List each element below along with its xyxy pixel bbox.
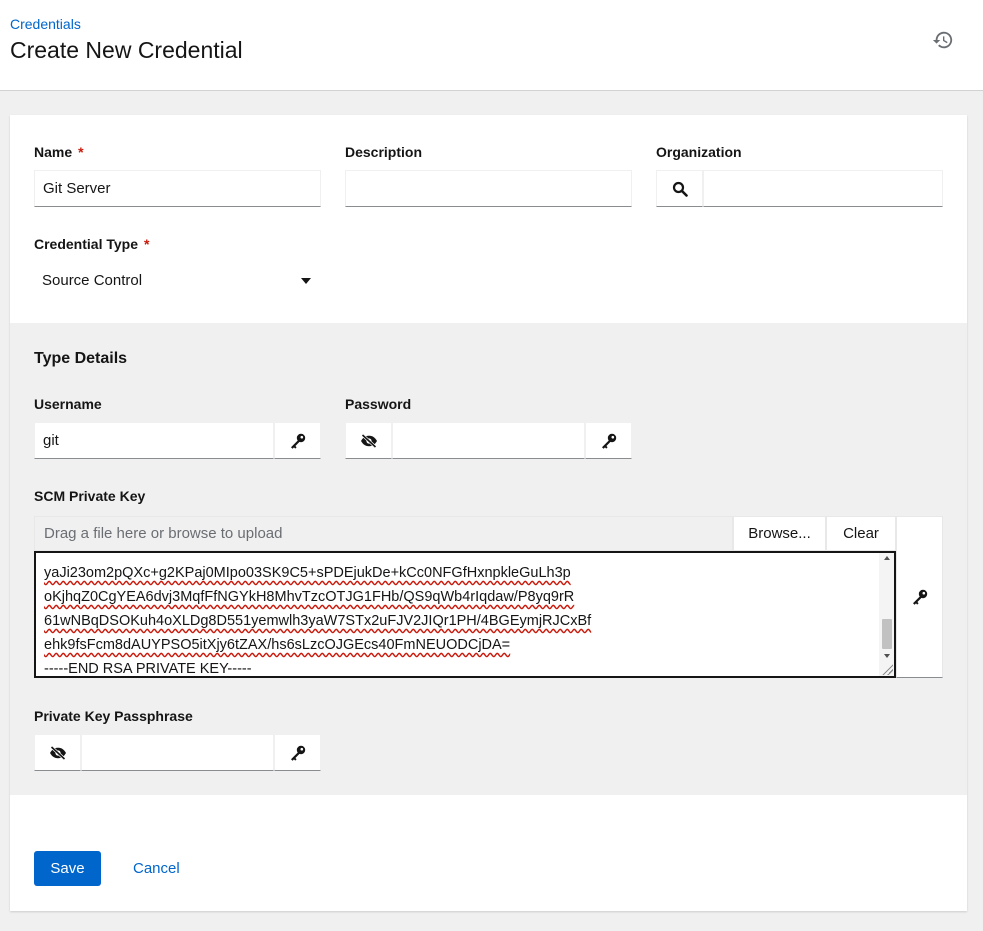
breadcrumb-credentials[interactable]: Credentials xyxy=(10,16,81,32)
organization-input[interactable] xyxy=(703,170,943,207)
page-header: Credentials Create New Credential xyxy=(0,0,983,91)
password-visibility-toggle[interactable] xyxy=(345,422,392,459)
credential-form-card: Name * Git Server Description Organizatio… xyxy=(10,115,967,911)
private-key-text: yaJi23om2pQXc+g2KPaj0MIpo03SK9C5+sPDEjuk… xyxy=(44,565,592,677)
cancel-button[interactable]: Cancel xyxy=(133,851,180,886)
password-prompt-button[interactable] xyxy=(585,422,632,459)
credential-type-value: Source Control xyxy=(42,272,143,289)
eye-slash-icon xyxy=(360,433,378,448)
browse-button[interactable]: Browse... xyxy=(733,516,826,551)
private-key-prompt-button[interactable] xyxy=(896,516,943,678)
passphrase-label: Private Key Passphrase xyxy=(34,708,193,724)
scroll-down-arrow-icon[interactable] xyxy=(884,654,890,658)
key-icon xyxy=(911,588,929,606)
password-input[interactable] xyxy=(392,422,585,459)
private-key-textarea[interactable]: yaJi23om2pQXc+g2KPaj0MIpo03SK9C5+sPDEjuk… xyxy=(34,551,896,678)
passphrase-input[interactable] xyxy=(81,734,274,771)
page-title: Create New Credential xyxy=(10,37,243,63)
credential-type-label: Credential Type * xyxy=(34,236,150,252)
name-label: Name * xyxy=(34,144,84,160)
search-icon xyxy=(672,181,688,197)
type-details-title: Type Details xyxy=(34,350,128,367)
caret-down-icon xyxy=(301,278,311,284)
scroll-thumb[interactable] xyxy=(882,619,892,649)
passphrase-visibility-toggle[interactable] xyxy=(34,734,81,771)
username-label: Username xyxy=(34,396,102,412)
textarea-scrollbar[interactable] xyxy=(879,553,894,676)
resize-handle-icon[interactable] xyxy=(881,663,893,675)
description-input[interactable] xyxy=(345,170,632,207)
key-icon xyxy=(289,744,307,762)
organization-search-button[interactable] xyxy=(656,170,703,207)
password-label: Password xyxy=(345,396,412,412)
credential-type-select[interactable]: Source Control xyxy=(34,262,321,299)
save-button[interactable]: Save xyxy=(34,851,101,886)
scm-private-key-label: SCM Private Key xyxy=(34,488,146,504)
username-prompt-button[interactable] xyxy=(274,422,321,459)
clear-button[interactable]: Clear xyxy=(826,516,896,551)
key-icon xyxy=(289,432,307,450)
scroll-up-arrow-icon[interactable] xyxy=(884,556,890,560)
organization-label: Organization xyxy=(656,144,742,160)
eye-slash-icon xyxy=(49,745,67,760)
history-icon[interactable] xyxy=(932,29,954,51)
description-label: Description xyxy=(345,144,423,160)
file-upload-dropzone[interactable]: Drag a file here or browse to upload xyxy=(34,516,733,551)
key-icon xyxy=(600,432,618,450)
name-input[interactable]: Git Server xyxy=(34,170,321,207)
passphrase-prompt-button[interactable] xyxy=(274,734,321,771)
username-input[interactable]: git xyxy=(34,422,274,459)
